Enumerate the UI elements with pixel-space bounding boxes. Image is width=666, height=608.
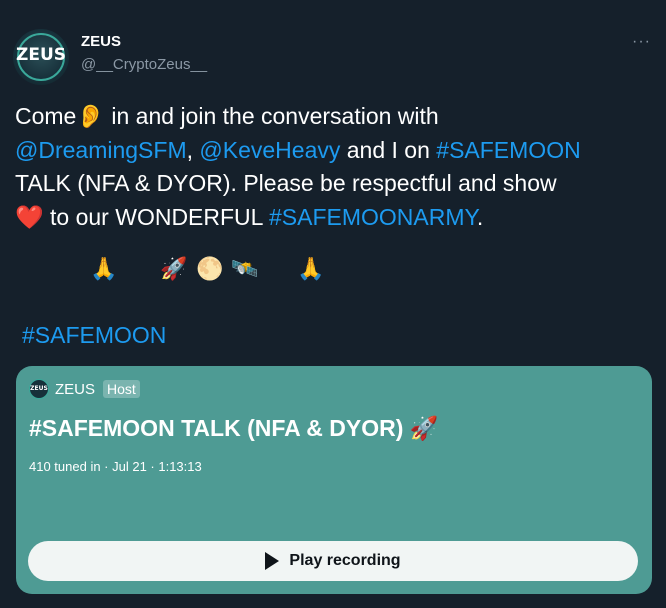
hashtag-safemoonarmy[interactable]: #SAFEMOONARMY — [269, 204, 477, 230]
tweet-text-part: , — [186, 136, 200, 163]
host-name: ZEUS — [55, 380, 96, 398]
ear-emoji-icon: 👂 — [76, 103, 105, 129]
space-meta: 410 tuned in · Jul 21 · 1:13:13 — [29, 459, 202, 474]
space-title: #SAFEMOON TALK (NFA & DYOR) 🚀 — [29, 415, 439, 441]
mention-keveheavy[interactable]: @KeveHeavy — [199, 137, 340, 163]
play-recording-button[interactable]: Play recording — [28, 541, 638, 581]
space-card[interactable]: ZEUS ZEUS Host #SAFEMOON TALK (NFA & DYO… — [16, 366, 652, 594]
pray-right-emoji-icon: 🙏 — [297, 256, 325, 281]
more-options-icon[interactable]: ··· — [632, 33, 651, 51]
tweet-text-part: and I on — [340, 136, 437, 163]
tweet-text-part: Come — [15, 103, 77, 129]
tweet-text-part: to our WONDERFUL — [43, 203, 269, 230]
tweet-text-part: . — [476, 203, 484, 230]
author-name[interactable]: ZEUS — [81, 33, 121, 50]
space-host-row: ZEUS ZEUS Host — [29, 378, 140, 400]
heart-emoji-icon: ❤️ — [15, 203, 44, 230]
hashtag-safemoon-footer[interactable]: #SAFEMOON — [22, 322, 166, 349]
tweet-text: Come👂 in and join the conversation with … — [15, 100, 645, 234]
rocket-emoji-icon: 🚀 — [160, 256, 188, 281]
avatar-logo: ZEUS — [16, 45, 66, 65]
pray-left-emoji-icon: 🙏 — [90, 256, 118, 281]
host-avatar: ZEUS — [29, 379, 49, 399]
tweet: ZEUS ZEUS @__CryptoZeus__ ··· Come👂 in a… — [0, 0, 666, 608]
avatar[interactable]: ZEUS — [13, 29, 69, 85]
tweet-text-part: TALK (NFA & DYOR). Please be respectful … — [15, 170, 557, 196]
author-handle[interactable]: @__CryptoZeus__ — [81, 56, 207, 73]
tweet-text-part: in and join the conversation with — [105, 103, 439, 129]
host-badge: Host — [103, 380, 140, 398]
play-recording-label: Play recording — [289, 552, 401, 569]
play-icon — [265, 552, 280, 570]
satellite-emoji-icon: 🛰️ — [231, 256, 259, 281]
mention-dreamingsfm[interactable]: @DreamingSFM — [15, 137, 187, 163]
moon-emoji-icon: 🌕 — [196, 256, 224, 281]
hashtag-safemoon[interactable]: #SAFEMOON — [436, 137, 580, 163]
